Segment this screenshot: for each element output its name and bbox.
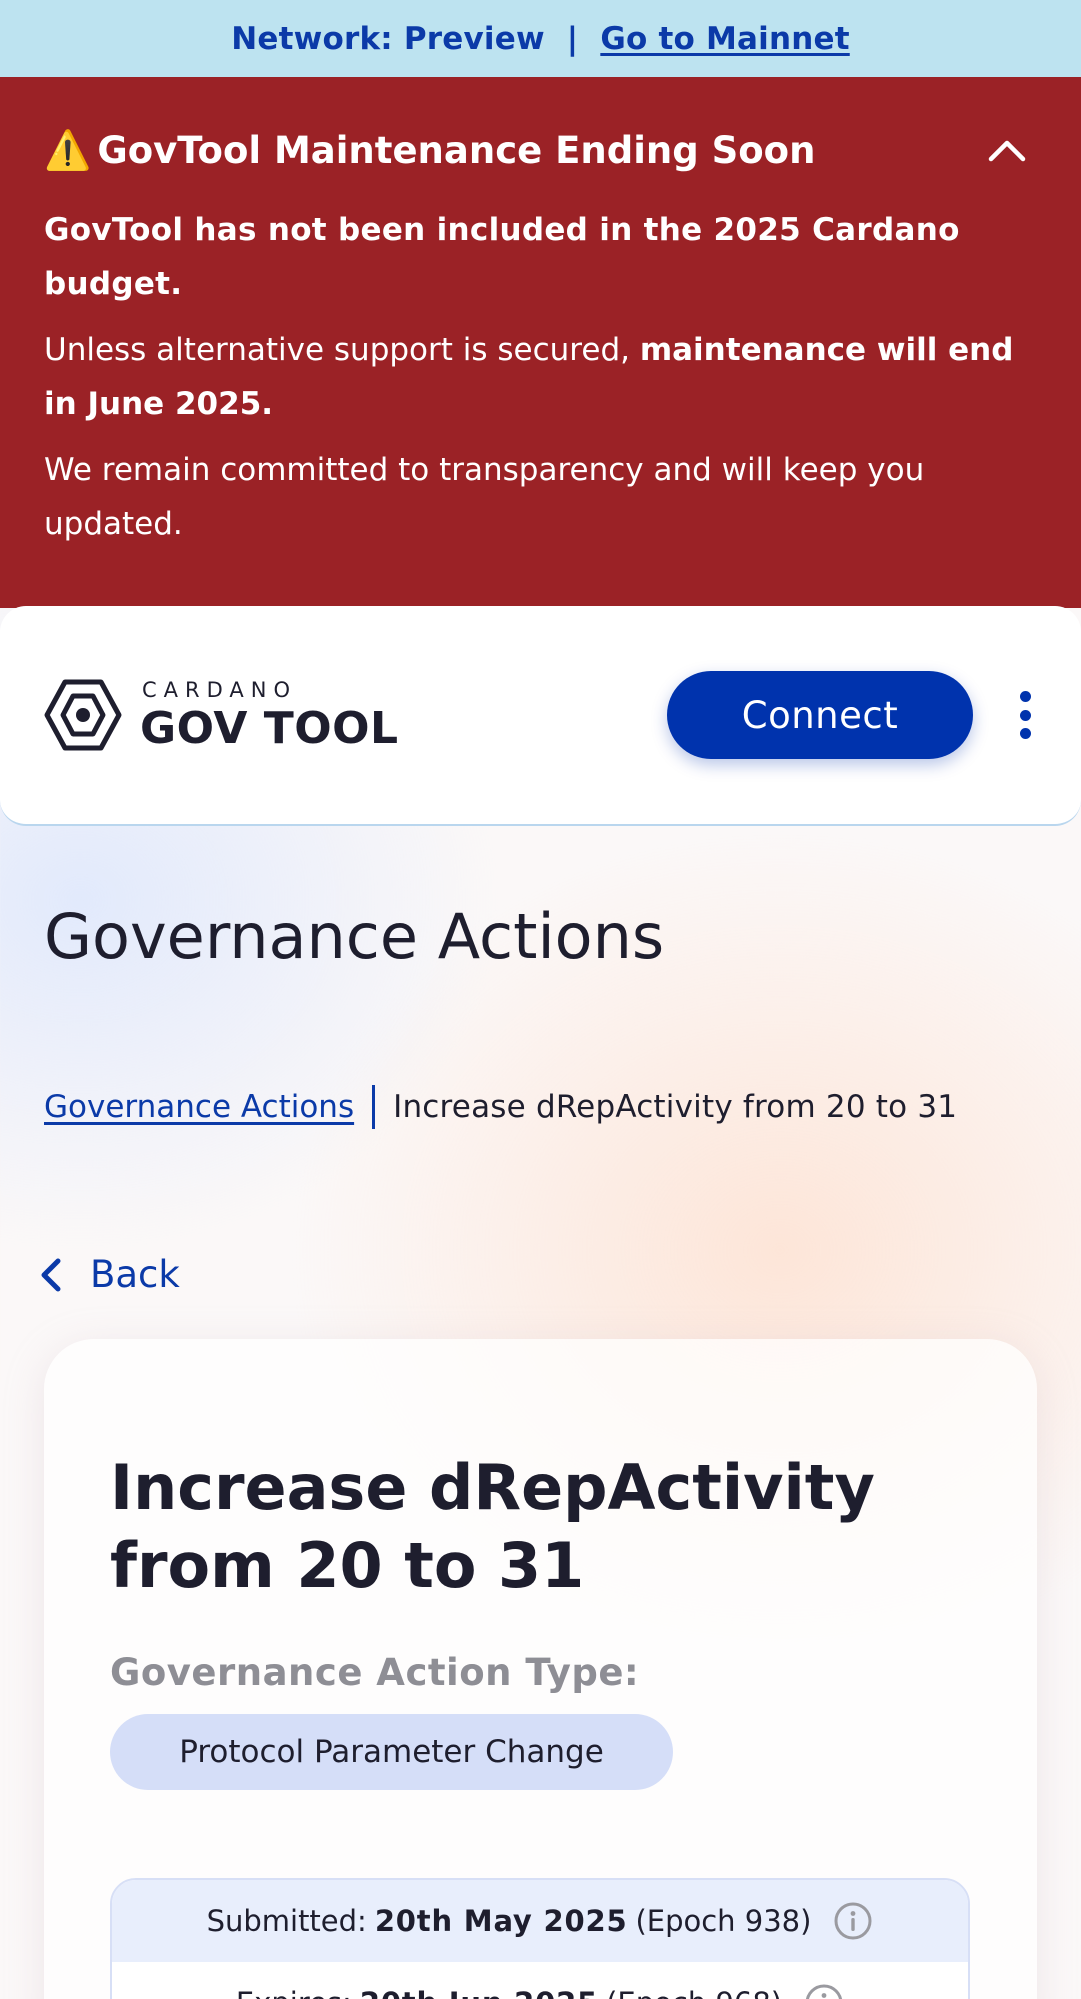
maintenance-header: ⚠️ GovTool Maintenance Ending Soon [44, 117, 1037, 183]
connect-button[interactable]: Connect [667, 671, 973, 759]
breadcrumb-separator [372, 1085, 376, 1129]
chevron-left-icon [41, 1258, 61, 1291]
cardano-hexagon-icon [44, 679, 122, 751]
maintenance-line-2-normal: Unless alternative support is secured, [44, 332, 640, 368]
governance-action-card: Increase dRepActivity from 20 to 31 Gove… [44, 1339, 1037, 1999]
action-type-label: Governance Action Type: [110, 1651, 640, 1694]
logo-text: CARDANO GOV TOOL [140, 677, 399, 754]
breadcrumb: Governance Actions Increase dRepActivity… [44, 1085, 957, 1129]
logo-govtool-text: GOV TOOL [140, 702, 399, 754]
back-button[interactable]: Back [40, 1253, 180, 1296]
expires-info-icon[interactable] [804, 1983, 844, 1999]
page-title: Governance Actions [44, 900, 665, 973]
maintenance-line-2: Unless alternative support is secured, m… [44, 323, 1037, 431]
breadcrumb-current: Increase dRepActivity from 20 to 31 [393, 1089, 958, 1125]
action-type-chip: Protocol Parameter Change [110, 1714, 673, 1790]
maintenance-title-text: GovTool Maintenance Ending Soon [97, 128, 816, 172]
govtool-logo[interactable]: CARDANO GOV TOOL [44, 679, 399, 751]
action-title: Increase dRepActivity from 20 to 31 [110, 1451, 875, 1602]
logo-cardano-text: CARDANO [142, 677, 298, 702]
submitted-label: Submitted: [206, 1904, 367, 1938]
submitted-info-icon[interactable] [833, 1901, 873, 1941]
chevron-up-icon[interactable] [977, 120, 1037, 180]
header-actions: Connect [667, 671, 1037, 759]
expires-date: 20th Jun 2025 [360, 1986, 598, 1999]
submitted-date: 20th May 2025 [374, 1904, 628, 1938]
warning-icon: ⚠️ [44, 127, 92, 172]
network-separator: | [566, 20, 579, 57]
action-dates: Submitted: 20th May 2025 (Epoch 938) Exp… [110, 1878, 970, 1999]
maintenance-banner: ⚠️ GovTool Maintenance Ending Soon GovTo… [0, 77, 1081, 608]
maintenance-line-3: We remain committed to transparency and … [44, 452, 925, 542]
app-header: CARDANO GOV TOOL Connect [0, 606, 1081, 826]
network-label: Network: Preview [231, 20, 545, 57]
back-label: Back [90, 1253, 180, 1296]
network-bar: Network: Preview | Go to Mainnet [0, 0, 1081, 77]
submitted-row: Submitted: 20th May 2025 (Epoch 938) [112, 1880, 968, 1962]
expires-label: Expires: [236, 1986, 352, 1999]
expires-row: Expires: 20th Jun 2025 (Epoch 968) [112, 1962, 968, 1999]
submitted-epoch: (Epoch 938) [635, 1904, 812, 1938]
breadcrumb-governance-actions-link[interactable]: Governance Actions [44, 1089, 354, 1125]
more-menu-icon[interactable] [1013, 685, 1037, 745]
maintenance-line-1: GovTool has not been included in the 202… [44, 212, 960, 302]
maintenance-title: ⚠️ GovTool Maintenance Ending Soon [44, 128, 815, 173]
expires-epoch: (Epoch 968) [606, 1986, 782, 1999]
go-to-mainnet-link[interactable]: Go to Mainnet [600, 21, 849, 57]
